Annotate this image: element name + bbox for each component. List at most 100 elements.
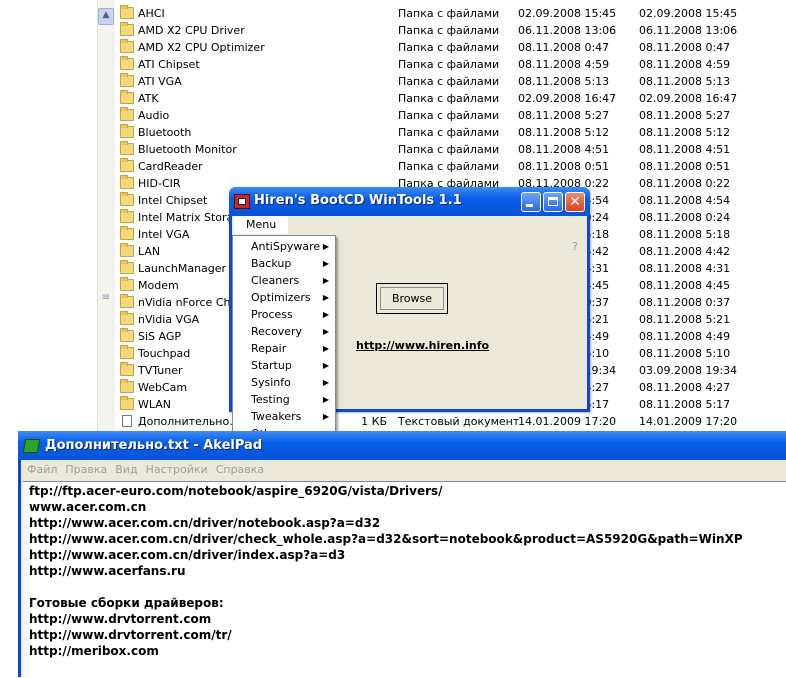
- akelpad-menu-item[interactable]: Настройки: [144, 460, 210, 479]
- menu-item-label: AntiSpyware: [251, 240, 321, 253]
- file-modified: 08.11.2008 0:47: [518, 41, 610, 54]
- file-row[interactable]: Bluetooth Monitor Папка с файлами 08.11.20…: [117, 141, 786, 158]
- file-created: 06.11.2008 13:06: [639, 24, 738, 37]
- file-created: 08.11.2008 4:59: [639, 58, 731, 71]
- file-name: AHCI: [138, 7, 165, 20]
- file-modified: 08.11.2008 0:51: [518, 160, 610, 173]
- menu-item-startup[interactable]: Startup ▶: [233, 357, 335, 374]
- menu-item-optimizers[interactable]: Optimizers ▶: [233, 289, 335, 306]
- file-created: 08.11.2008 0:51: [639, 160, 731, 173]
- file-created: 08.11.2008 5:21: [639, 313, 731, 326]
- file-row[interactable]: ATI Chipset Папка с файлами 08.11.2008 4:5…: [117, 56, 786, 73]
- scroll-grip-icon[interactable]: ≡: [100, 292, 112, 304]
- menu-item-tweakers[interactable]: Tweakers ▶: [233, 408, 335, 425]
- menu-item-label: Testing: [251, 393, 290, 406]
- file-row[interactable]: Bluetooth Папка с файлами 08.11.2008 5:12 0…: [117, 124, 786, 141]
- folder-icon: [120, 90, 134, 104]
- editor-line: http://www.acer.com.cn/driver/index.asp?…: [29, 548, 346, 562]
- file-row[interactable]: AMD X2 CPU Driver Папка с файлами 06.11.20…: [117, 22, 786, 39]
- submenu-arrow-icon: ▶: [322, 412, 329, 421]
- file-row[interactable]: CardReader Папка с файлами 08.11.2008 0:51…: [117, 158, 786, 175]
- menu-item-label: Backup: [251, 257, 292, 270]
- editor-line: http://www.drvtorrent.com/tr/: [29, 628, 232, 642]
- file-created: 14.01.2009 17:20: [639, 415, 738, 428]
- file-row[interactable]: ATI VGA Папка с файлами 08.11.2008 5:13 08.…: [117, 73, 786, 90]
- akelpad-menu-item[interactable]: Справка: [214, 460, 266, 479]
- file-type: Папка с файлами: [398, 75, 500, 88]
- file-created: 08.11.2008 5:12: [639, 126, 731, 139]
- file-created: 08.11.2008 5:13: [639, 75, 731, 88]
- editor-line: http://www.acer.com.cn/driver/check_whol…: [29, 532, 743, 546]
- folder-icon: [120, 192, 134, 206]
- akelpad-menu-item[interactable]: Вид: [113, 460, 139, 479]
- editor-line: Готовые сборки драйверов:: [29, 596, 224, 610]
- file-type: Папка с файлами: [398, 24, 500, 37]
- file-created: 02.09.2008 16:47: [639, 92, 738, 105]
- folder-icon: [120, 56, 134, 70]
- maximize-button[interactable]: [543, 192, 563, 212]
- akelpad-menu-item[interactable]: Правка: [63, 460, 109, 479]
- akelpad-app-icon[interactable]: [22, 439, 41, 453]
- editor-line: http://meribox.com: [29, 644, 159, 658]
- file-name: HID-CIR: [138, 177, 181, 190]
- folder-icon: [120, 379, 134, 393]
- folder-icon: [120, 107, 134, 121]
- file-modified: 08.11.2008 5:12: [518, 126, 610, 139]
- submenu-arrow-icon: ▶: [322, 293, 329, 302]
- menu-item-process[interactable]: Process ▶: [233, 306, 335, 323]
- file-row[interactable]: Дополнительно.txt 1 КБ Текстовый документ 1…: [117, 413, 786, 430]
- file-name: Touchpad: [138, 347, 191, 360]
- folder-icon: [120, 39, 134, 53]
- akelpad-menu-item[interactable]: Файл: [25, 460, 59, 479]
- file-created: 08.11.2008 0:37: [639, 296, 731, 309]
- folder-icon: [120, 362, 134, 376]
- file-modified: 08.11.2008 4:59: [518, 58, 610, 71]
- menu-item-testing[interactable]: Testing ▶: [233, 391, 335, 408]
- submenu-arrow-icon: ▶: [322, 378, 329, 387]
- file-row[interactable]: AMD X2 CPU Optimizer Папка с файлами 08.11…: [117, 39, 786, 56]
- editor-line: www.acer.com.cn: [29, 500, 147, 514]
- text-editor[interactable]: ftp://ftp.acer-euro.com/notebook/aspire_…: [23, 481, 786, 678]
- browse-button[interactable]: Browse: [376, 283, 448, 314]
- akelpad-titlebar[interactable]: Дополнительно.txt - AkelPad: [18, 431, 786, 460]
- file-created: 08.11.2008 4:31: [639, 262, 731, 275]
- file-name: WebCam: [138, 381, 188, 394]
- menu-item-cleaners[interactable]: Cleaners ▶: [233, 272, 335, 289]
- file-modified: 02.09.2008 16:47: [518, 92, 617, 105]
- folder-icon: [120, 226, 134, 240]
- file-name: ATI VGA: [138, 75, 182, 88]
- file-row[interactable]: ATK Папка с файлами 02.09.2008 16:47 02.09.…: [117, 90, 786, 107]
- menu-dropdown: AntiSpyware ▶ Backup ▶ Cleaners ▶ Optimizers ▶ P…: [232, 235, 336, 442]
- folder-icon: [120, 294, 134, 308]
- folder-icon: [120, 175, 134, 189]
- hiren-app-icon[interactable]: [234, 194, 250, 209]
- file-name: TVTuner: [138, 364, 183, 377]
- tree-scrollbar[interactable]: ▲ ≡: [97, 0, 115, 440]
- file-row[interactable]: AHCI Папка с файлами 02.09.2008 15:45 02.09…: [117, 5, 786, 22]
- submenu-arrow-icon: ▶: [322, 344, 329, 353]
- menu-item-label: Sysinfo: [251, 376, 291, 389]
- folder-tree-pane: [0, 0, 97, 440]
- menu-item-antispyware[interactable]: AntiSpyware ▶: [233, 238, 335, 255]
- menu-item-recovery[interactable]: Recovery ▶: [233, 323, 335, 340]
- menu-item-backup[interactable]: Backup ▶: [233, 255, 335, 272]
- hiren-titlebar[interactable]: Hiren's BootCD WinTools 1.1 ✕: [229, 187, 590, 216]
- file-created: 08.11.2008 4:45: [639, 279, 731, 292]
- file-created: 08.11.2008 4:54: [639, 194, 731, 207]
- menu-item-repair[interactable]: Repair ▶: [233, 340, 335, 357]
- file-type: Папка с файлами: [398, 41, 500, 54]
- menu-item-sysinfo[interactable]: Sysinfo ▶: [233, 374, 335, 391]
- file-row[interactable]: Audio Папка с файлами 08.11.2008 5:27 08.11…: [117, 107, 786, 124]
- close-button[interactable]: ✕: [565, 192, 585, 212]
- file-created: 08.11.2008 0:47: [639, 41, 731, 54]
- minimize-icon: [526, 204, 533, 207]
- help-icon[interactable]: ?: [572, 240, 578, 253]
- editor-line: ftp://ftp.acer-euro.com/notebook/aspire_…: [29, 484, 443, 498]
- scroll-up-arrow-icon[interactable]: ▲: [98, 8, 114, 25]
- menu-button[interactable]: Menu: [234, 216, 289, 234]
- submenu-arrow-icon: ▶: [322, 395, 329, 404]
- minimize-button[interactable]: [521, 192, 541, 212]
- submenu-arrow-icon: ▶: [322, 361, 329, 370]
- hiren-website-link[interactable]: http://www.hiren.info: [356, 339, 489, 352]
- folder-icon: [120, 22, 134, 36]
